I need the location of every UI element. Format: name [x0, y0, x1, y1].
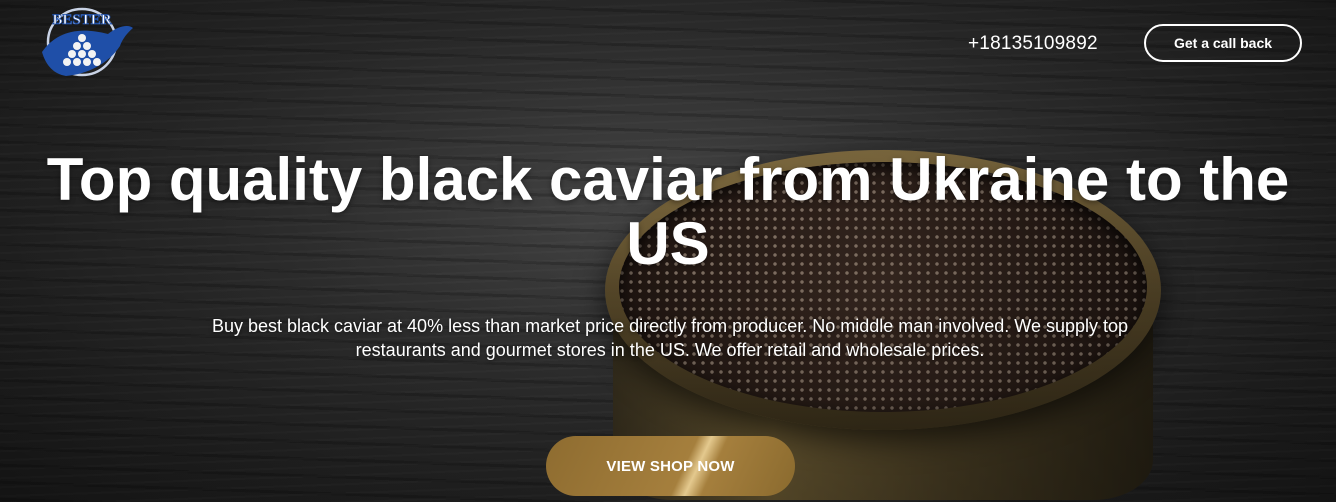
logo-text: BESTER [52, 12, 111, 28]
hero-section: BESTER +18135109892 Get a call back Top … [0, 0, 1336, 502]
bester-logo[interactable]: BESTER [38, 4, 134, 88]
hero-headline: Top quality black caviar from Ukraine to… [46, 146, 1290, 277]
hero-description: Buy best black caviar at 40% less than m… [211, 316, 1129, 360]
view-shop-button[interactable]: VIEW SHOP NOW [546, 436, 795, 496]
call-back-button[interactable]: Get a call back [1144, 24, 1302, 62]
phone-link[interactable]: +18135109892 [968, 33, 1098, 55]
fish-icon [42, 26, 133, 76]
